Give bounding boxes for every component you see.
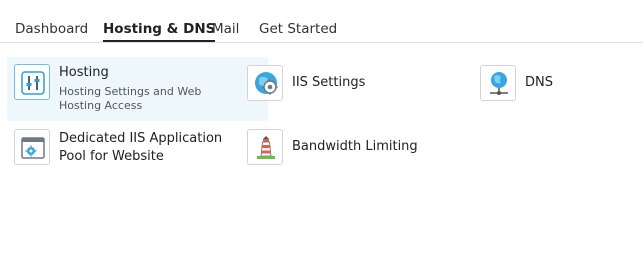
iis-settings-title: IIS Settings — [292, 75, 366, 90]
gear-globe-icon — [247, 65, 283, 101]
bandwidth-limiting-title: Bandwidth Limiting — [292, 139, 418, 154]
hosting-item[interactable]: Hosting Hosting Settings and Web Hosting… — [7, 57, 268, 121]
dns-title: DNS — [525, 75, 553, 90]
dedicated-app-pool-item[interactable]: Dedicated IIS Application Pool for Websi… — [7, 122, 237, 174]
tab-dashboard[interactable]: Dashboard — [15, 21, 88, 37]
iis-settings-item[interactable]: IIS Settings — [240, 58, 470, 108]
tab-bar: Dashboard Hosting & DNS Mail Get Started — [0, 0, 643, 43]
dedicated-app-pool-title: Dedicated IIS Application Pool for Websi… — [59, 131, 223, 164]
lighthouse-icon — [247, 129, 283, 165]
tab-mail[interactable]: Mail — [212, 21, 239, 37]
dns-item[interactable]: DNS — [473, 58, 633, 108]
hosting-title: Hosting — [59, 65, 109, 80]
app-window-gear-icon — [14, 129, 50, 165]
hosting-description: Hosting Settings and Web Hosting Access — [59, 85, 202, 112]
sliders-icon — [14, 64, 50, 100]
bandwidth-limiting-item[interactable]: Bandwidth Limiting — [240, 122, 470, 174]
globe-network-icon — [480, 65, 516, 101]
tab-get-started[interactable]: Get Started — [259, 21, 337, 37]
tab-hosting-dns[interactable]: Hosting & DNS — [103, 21, 216, 42]
